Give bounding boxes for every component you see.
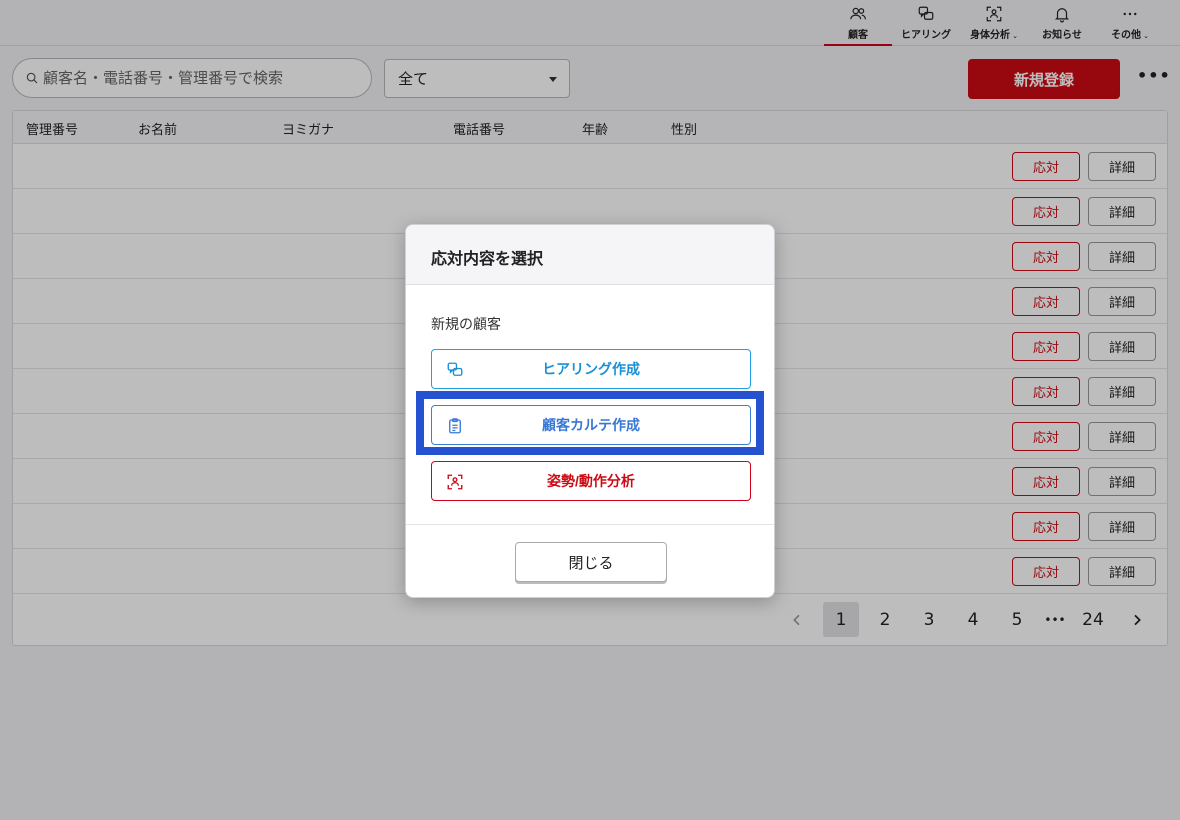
section-label: 新規の顧客 xyxy=(431,317,501,333)
modal-title: 応対内容を選択 xyxy=(431,249,544,268)
button-label: 顧客カルテ作成 xyxy=(542,417,640,433)
select-response-modal: 応対内容を選択 新規の顧客 ヒアリング作成 顧客カルテ作成 姿勢/動作分析 閉じ… xyxy=(405,224,775,598)
modal-header: 応対内容を選択 xyxy=(406,225,774,285)
create-karte-button[interactable]: 顧客カルテ作成 xyxy=(431,405,751,445)
button-label: 姿勢/動作分析 xyxy=(547,473,635,489)
chat-icon xyxy=(447,362,463,376)
button-label: ヒアリング作成 xyxy=(542,361,640,377)
clipboard-icon xyxy=(449,418,461,434)
posture-analysis-button[interactable]: 姿勢/動作分析 xyxy=(431,461,751,501)
modal-footer-divider xyxy=(406,524,774,525)
body-scan-icon xyxy=(447,474,463,490)
create-hearing-button[interactable]: ヒアリング作成 xyxy=(431,349,751,389)
close-button[interactable]: 閉じる xyxy=(515,542,667,582)
